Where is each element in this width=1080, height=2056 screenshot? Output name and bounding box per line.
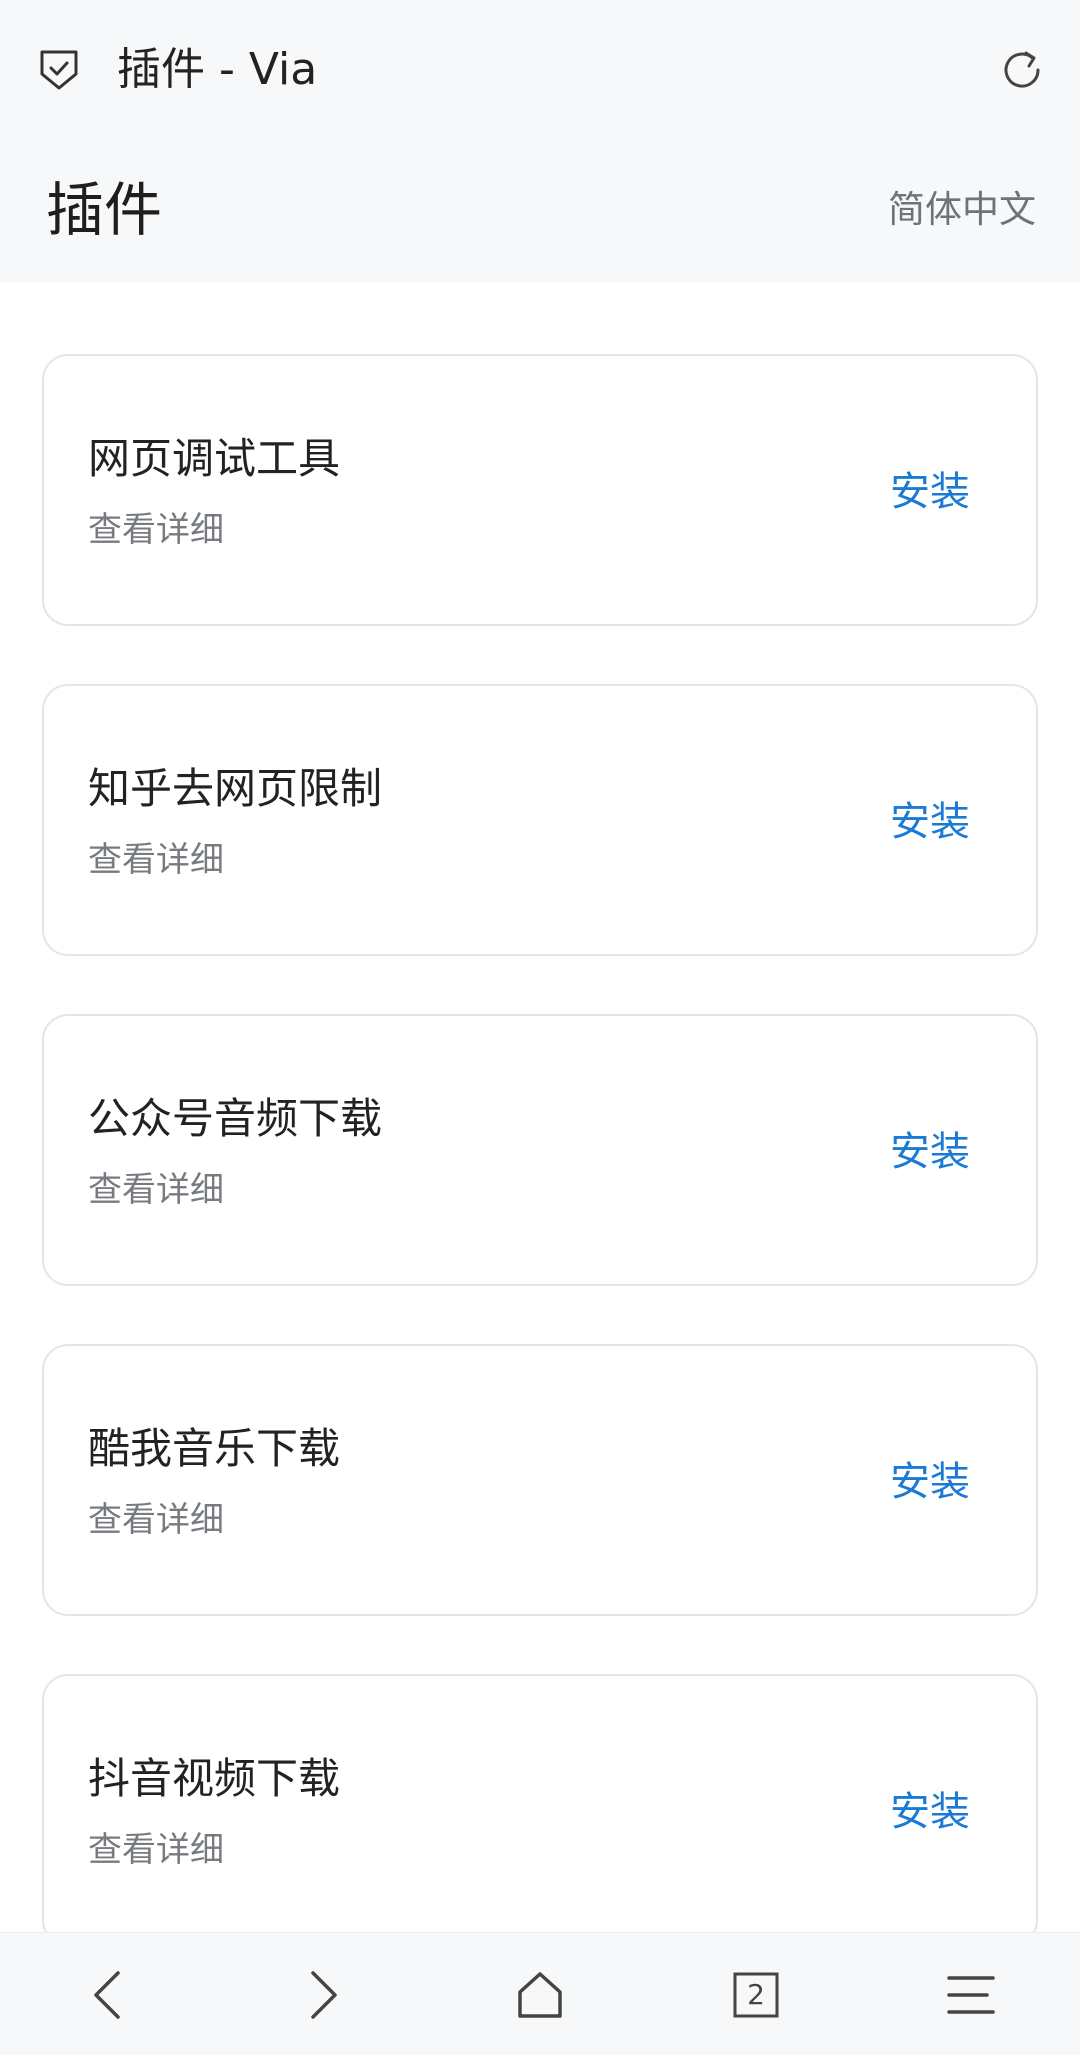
tabs-button[interactable]: 2 xyxy=(696,1933,816,2056)
tab-count: 2 xyxy=(747,1978,765,2011)
back-button[interactable] xyxy=(48,1933,168,2056)
plugin-name: 知乎去网页限制 xyxy=(88,764,383,813)
page-title: 插件 xyxy=(46,176,163,244)
view-details-link[interactable]: 查看详细 xyxy=(88,1826,224,1874)
window-title[interactable]: 插件 - Via xyxy=(117,40,317,100)
plugin-name: 抖音视频下载 xyxy=(88,1754,341,1803)
install-button[interactable]: 安装 xyxy=(890,794,970,850)
plugin-name: 酷我音乐下载 xyxy=(88,1424,341,1473)
view-details-link[interactable]: 查看详细 xyxy=(88,506,224,554)
browser-top-bar: 插件 - Via xyxy=(0,0,1080,140)
refresh-icon[interactable] xyxy=(998,46,1046,94)
page-header: 插件 简体中文 xyxy=(0,140,1080,282)
plugin-card: 知乎去网页限制 查看详细 安装 xyxy=(42,684,1038,956)
plugin-name: 网页调试工具 xyxy=(88,434,341,483)
language-selector[interactable]: 简体中文 xyxy=(888,182,1036,238)
plugin-name: 公众号音频下载 xyxy=(88,1094,383,1143)
view-details-link[interactable]: 查看详细 xyxy=(88,1496,224,1544)
home-icon xyxy=(518,1971,562,2018)
view-details-link[interactable]: 查看详细 xyxy=(88,836,224,884)
install-button[interactable]: 安装 xyxy=(890,1454,970,1510)
plugin-card: 抖音视频下载 查看详细 安装 xyxy=(42,1674,1038,1932)
menu-icon xyxy=(947,1975,995,2014)
plugin-card: 酷我音乐下载 查看详细 安装 xyxy=(42,1344,1038,1616)
plugin-card: 公众号音频下载 查看详细 安装 xyxy=(42,1014,1038,1286)
plugin-card: 网页调试工具 查看详细 安装 xyxy=(42,354,1038,626)
shield-check-icon[interactable] xyxy=(38,48,80,92)
install-button[interactable]: 安装 xyxy=(890,464,970,520)
plugin-list[interactable]: 网页调试工具 查看详细 安装 知乎去网页限制 查看详细 安装 公众号音频下载 查… xyxy=(0,282,1080,1932)
home-button[interactable] xyxy=(480,1933,600,2056)
forward-button[interactable] xyxy=(263,1933,383,2056)
bottom-navigation-bar: 2 xyxy=(0,1932,1080,2055)
view-details-link[interactable]: 查看详细 xyxy=(88,1166,224,1214)
back-icon xyxy=(94,1970,120,2019)
install-button[interactable]: 安装 xyxy=(890,1784,970,1840)
menu-button[interactable] xyxy=(911,1933,1031,2056)
install-button[interactable]: 安装 xyxy=(890,1124,970,1180)
forward-icon xyxy=(311,1970,337,2019)
